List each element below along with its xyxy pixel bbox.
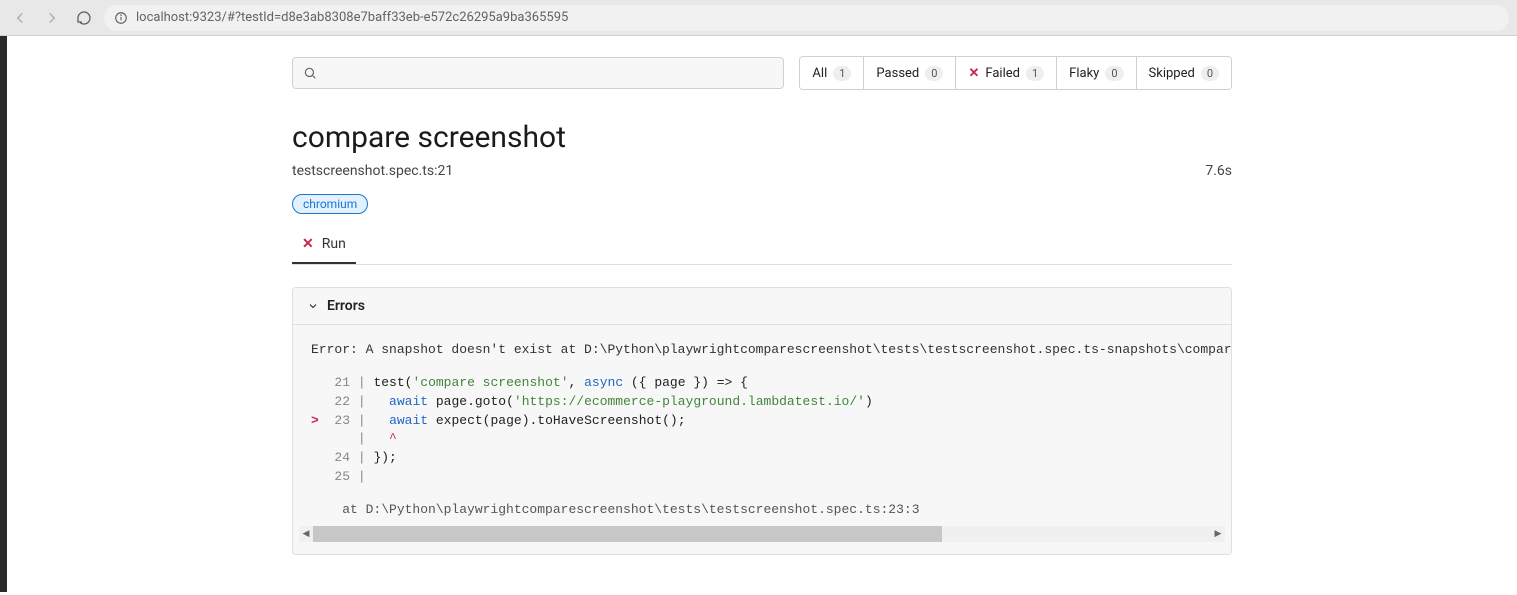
horizontal-scrollbar[interactable]: ◀ ▶ (299, 526, 1225, 542)
search-input[interactable] (325, 66, 773, 81)
tab-label: Run (322, 236, 346, 252)
scroll-right-icon[interactable]: ▶ (1211, 529, 1225, 539)
chevron-down-icon (307, 300, 319, 312)
filter-label: All (812, 66, 827, 81)
filter-count: 1 (1026, 66, 1044, 81)
error-header-label: Errors (327, 298, 365, 314)
reload-button[interactable] (72, 6, 96, 30)
filter-all[interactable]: All 1 (800, 57, 863, 89)
scroll-left-icon[interactable]: ◀ (299, 529, 313, 539)
error-body: Error: A snapshot doesn't exist at D:\Py… (293, 325, 1231, 554)
page-title: compare screenshot (292, 120, 1232, 155)
test-duration: 7.6s (1205, 163, 1232, 179)
test-file: testscreenshot.spec.ts:21 (292, 163, 453, 179)
x-icon: ✕ (968, 66, 979, 81)
back-button[interactable] (8, 6, 32, 30)
search-box[interactable] (292, 57, 784, 89)
main-content: All 1 Passed 0 ✕ Failed 1 Flaky 0 Skippe… (262, 36, 1262, 595)
top-bar: All 1 Passed 0 ✕ Failed 1 Flaky 0 Skippe… (292, 56, 1232, 90)
filter-count: 0 (925, 66, 943, 81)
scroll-track[interactable] (313, 526, 1211, 542)
filter-count: 0 (1201, 66, 1219, 81)
filter-group: All 1 Passed 0 ✕ Failed 1 Flaky 0 Skippe… (799, 56, 1232, 90)
file-line: testscreenshot.spec.ts:21 7.6s (292, 163, 1232, 179)
filter-count: 0 (1105, 66, 1123, 81)
left-strip (0, 36, 7, 592)
filter-label: Passed (876, 66, 919, 81)
stack-trace: at D:\Python\playwrightcomparescreenshot… (311, 501, 1213, 520)
filter-label: Failed (985, 66, 1020, 81)
filter-label: Skipped (1149, 66, 1195, 81)
filter-label: Flaky (1069, 66, 1099, 81)
error-panel: Errors Error: A snapshot doesn't exist a… (292, 287, 1232, 555)
x-icon: ✕ (302, 236, 314, 252)
filter-skipped[interactable]: Skipped 0 (1136, 57, 1231, 89)
filter-count: 1 (833, 66, 851, 81)
forward-button[interactable] (40, 6, 64, 30)
address-bar[interactable]: localhost:9323/#?testId=d8e3ab8308e7baff… (104, 5, 1509, 31)
error-message: Error: A snapshot doesn't exist at D:\Py… (311, 341, 1213, 360)
error-header[interactable]: Errors (293, 288, 1231, 325)
search-icon (303, 66, 317, 80)
url-text: localhost:9323/#?testId=d8e3ab8308e7baff… (136, 10, 568, 25)
browser-badge[interactable]: chromium (292, 194, 368, 214)
run-tabs: ✕ Run (292, 228, 1232, 265)
scroll-thumb[interactable] (313, 526, 942, 542)
filter-flaky[interactable]: Flaky 0 (1056, 57, 1135, 89)
error-code: Error: A snapshot doesn't exist at D:\Py… (293, 341, 1231, 526)
filter-passed[interactable]: Passed 0 (863, 57, 955, 89)
filter-failed[interactable]: ✕ Failed 1 (955, 57, 1056, 89)
info-icon (114, 11, 128, 25)
browser-toolbar: localhost:9323/#?testId=d8e3ab8308e7baff… (0, 0, 1517, 36)
tab-run[interactable]: ✕ Run (292, 228, 356, 264)
